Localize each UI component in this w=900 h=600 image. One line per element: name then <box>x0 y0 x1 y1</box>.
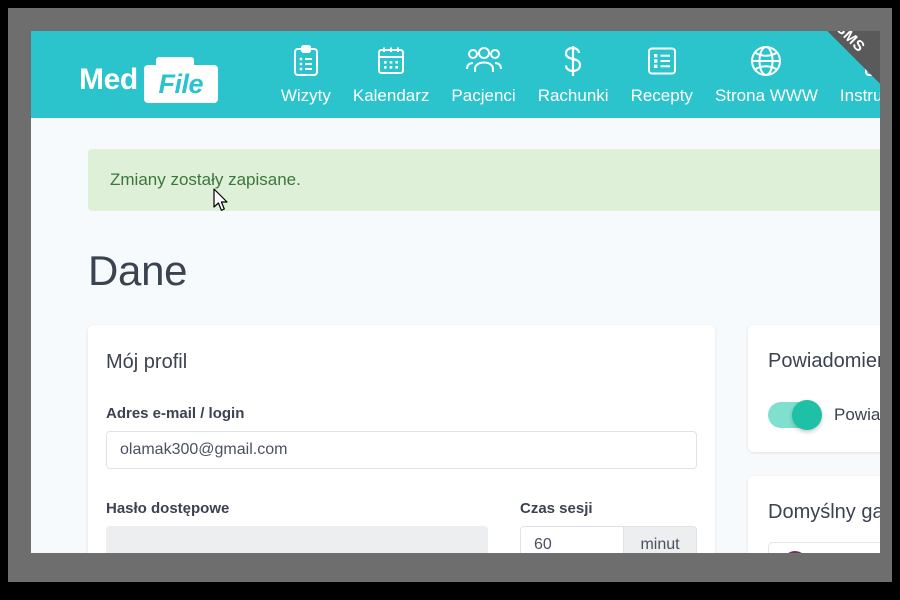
notifications-toggle[interactable] <box>768 400 822 430</box>
list-icon <box>647 43 677 79</box>
email-label: Adres e-mail / login <box>106 405 245 422</box>
globe-icon <box>750 43 782 79</box>
calendar-icon <box>377 43 405 79</box>
nav-label: Kalendarz <box>352 86 430 105</box>
profile-card-title: Mój profil <box>106 351 188 373</box>
clipboard-icon <box>293 43 319 79</box>
right-column: Powiadomienia Powiadomienia Domyślny gab… <box>748 325 880 553</box>
email-input[interactable] <box>106 431 697 469</box>
notifications-toggle-row[interactable]: Powiadomienia <box>768 400 880 430</box>
password-label: Hasło dostępowe <box>106 500 230 517</box>
nav-item-kalendarz[interactable]: Kalendarz <box>342 43 441 106</box>
nav-label: Strona WWW <box>714 86 818 105</box>
session-unit-addon: minut <box>624 526 697 553</box>
nav-item-rachunki[interactable]: Rachunki <box>527 43 620 106</box>
nav-item-strona-www[interactable]: Strona WWW <box>704 43 829 106</box>
password-field-group: Hasło dostępowe zmień hasło <box>106 500 488 553</box>
default-office-select[interactable]: Medfile <box>768 542 880 553</box>
profile-card: Mój profil Adres e-mail / login Hasło do… <box>88 325 715 553</box>
people-group-icon <box>465 43 502 79</box>
session-input-group: minut <box>520 526 697 553</box>
nav-label: Recepty <box>630 86 693 105</box>
page-content: Zmiany zostały zapisane. Dane Mój profil… <box>31 149 880 553</box>
nav-item-recepty[interactable]: Recepty <box>620 43 704 106</box>
email-field-group: Adres e-mail / login <box>106 405 697 469</box>
nav-label: Wizyty <box>280 86 331 105</box>
main-navbar: Med File Wizyty Kalendarz Pacjenci Rachu… <box>31 31 880 118</box>
brand-logo[interactable]: Med File <box>79 57 218 103</box>
session-field-group: Czas sesji minut <box>520 500 697 553</box>
notifications-toggle-label: Powiadomienia <box>834 405 880 424</box>
content-columns: Mój profil Adres e-mail / login Hasło do… <box>88 325 880 553</box>
nav-label: Pacjenci <box>451 86 516 105</box>
folder-icon: File <box>143 57 218 103</box>
success-alert-text: Zmiany zostały zapisane. <box>110 170 301 189</box>
office-color-dot <box>783 551 807 553</box>
success-alert: Zmiany zostały zapisane. <box>88 149 880 211</box>
nav-label: Instrukcje <box>839 86 880 105</box>
brand-text-med: Med <box>79 63 138 96</box>
default-office-card: Domyślny gabinet Medfile <box>748 476 880 553</box>
default-office-card-title: Domyślny gabinet <box>768 501 880 523</box>
dollar-icon <box>562 43 584 79</box>
brand-text-file: File <box>158 68 204 99</box>
nav-label: Rachunki <box>537 86 609 105</box>
session-label: Czas sesji <box>520 500 593 517</box>
notifications-card: Powiadomienia Powiadomienia <box>748 325 880 452</box>
page-viewport: Med File Wizyty Kalendarz Pacjenci Rachu… <box>31 31 880 553</box>
notifications-card-title: Powiadomienia <box>768 350 880 372</box>
nav-item-wizyty[interactable]: Wizyty <box>270 43 342 106</box>
password-input[interactable] <box>106 526 488 553</box>
session-input[interactable] <box>520 526 624 553</box>
page-title: Dane <box>88 247 188 294</box>
nav-item-pacjenci[interactable]: Pacjenci <box>440 43 526 106</box>
browser-window-frame: Med File Wizyty Kalendarz Pacjenci Rachu… <box>8 8 892 582</box>
